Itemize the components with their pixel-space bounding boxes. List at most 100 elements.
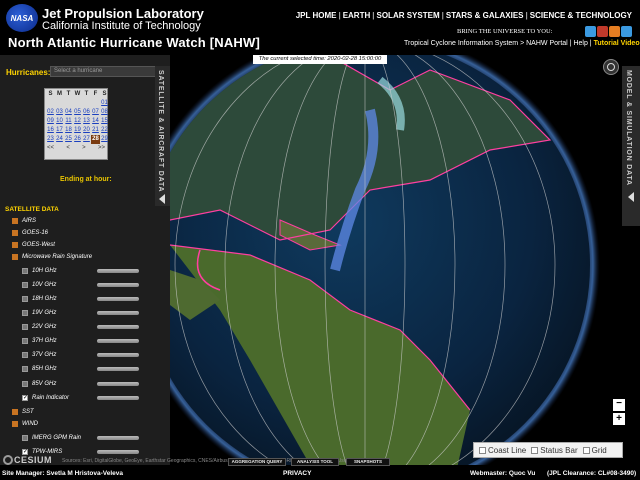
calendar-day[interactable]: 26 — [73, 135, 82, 144]
calendar-day[interactable]: 14 — [91, 117, 100, 126]
layer-checkbox[interactable] — [22, 310, 28, 316]
layer-checkbox[interactable] — [12, 230, 18, 236]
calendar-prev-year[interactable]: << — [47, 145, 54, 151]
calendar-day[interactable]: 19 — [73, 126, 82, 135]
opacity-slider[interactable] — [97, 339, 139, 343]
layer-checkbox[interactable] — [22, 366, 28, 372]
calendar-day[interactable]: 10 — [55, 117, 64, 126]
layer-checkbox[interactable]: ✓ — [22, 395, 28, 401]
opacity-slider[interactable] — [97, 382, 139, 386]
analysis-tool-button[interactable]: ANALYSIS TOOL — [291, 458, 339, 466]
calendar-day[interactable]: 27 — [82, 135, 91, 144]
globe-view-button[interactable] — [603, 59, 619, 75]
layer-row[interactable]: 18H GHz — [22, 294, 57, 304]
layer-checkbox[interactable] — [12, 421, 18, 427]
calendar-day[interactable]: 04 — [64, 108, 73, 117]
opacity-slider[interactable] — [97, 311, 139, 315]
calendar-day[interactable]: 08 — [100, 108, 109, 117]
calendar-day-selected[interactable]: 28 — [91, 135, 100, 144]
layer-row[interactable]: 85V GHz — [22, 379, 56, 389]
link-nahw-portal[interactable]: NAHW Portal — [526, 40, 568, 47]
nav-jpl-home[interactable]: JPL HOME — [296, 11, 337, 20]
calendar-day[interactable]: 24 — [55, 135, 64, 144]
layer-row[interactable]: 10V GHz — [22, 280, 56, 290]
layer-checkbox[interactable] — [22, 282, 28, 288]
calendar-day[interactable]: 15 — [100, 117, 109, 126]
youtube-icon[interactable] — [597, 26, 608, 37]
globe-map[interactable] — [170, 55, 600, 465]
grid-checkbox[interactable] — [582, 446, 590, 454]
rss-icon[interactable] — [609, 26, 620, 37]
layer-checkbox[interactable] — [22, 338, 28, 344]
layer-row[interactable]: 85H GHz — [22, 364, 57, 374]
layer-checkbox[interactable] — [12, 254, 18, 260]
layer-row[interactable]: GOES-West — [12, 240, 55, 250]
model-simulation-tab[interactable]: MODEL & SIMULATION DATA — [622, 66, 640, 226]
opacity-slider[interactable] — [97, 450, 139, 454]
calendar-day[interactable]: 22 — [100, 126, 109, 135]
calendar-day[interactable]: 11 — [64, 117, 73, 126]
calendar-day[interactable]: 12 — [73, 117, 82, 126]
opacity-slider[interactable] — [97, 325, 139, 329]
link-help[interactable]: Help — [573, 40, 587, 47]
layer-checkbox[interactable] — [22, 435, 28, 441]
grid-toggle[interactable]: Grid — [582, 446, 607, 455]
calendar-prev-month[interactable]: < — [66, 145, 70, 151]
collapse-arrow-icon[interactable] — [159, 194, 165, 204]
layer-row[interactable]: 37V GHz — [22, 350, 56, 360]
coastline-toggle[interactable]: Coast Line — [479, 446, 526, 455]
layer-row[interactable]: 37H GHz — [22, 336, 57, 346]
nav-science-technology[interactable]: SCIENCE & TECHNOLOGY — [530, 11, 632, 20]
calendar-day[interactable]: 03 — [55, 108, 64, 117]
calendar-day[interactable]: 07 — [91, 108, 100, 117]
facebook-icon[interactable] — [585, 26, 596, 37]
calendar-day[interactable]: 01 — [100, 99, 109, 108]
privacy-link[interactable]: PRIVACY — [283, 470, 311, 477]
opacity-slider[interactable] — [97, 396, 139, 400]
link-tutorial-video[interactable]: Tutorial Video — [594, 40, 640, 47]
expand-arrow-icon[interactable] — [628, 192, 634, 202]
layer-checkbox[interactable] — [22, 324, 28, 330]
opacity-slider[interactable] — [97, 353, 139, 357]
aggregation-query-button[interactable]: AGGREGATION QUERY — [228, 458, 286, 466]
calendar-day[interactable]: 06 — [82, 108, 91, 117]
layer-row[interactable]: AIRS — [12, 216, 36, 226]
nasa-logo[interactable]: NASA — [6, 4, 38, 32]
calendar-day[interactable]: 09 — [46, 117, 55, 126]
layer-row[interactable]: 10H GHz — [22, 266, 57, 276]
calendar-day[interactable]: 05 — [73, 108, 82, 117]
hurricane-select[interactable]: Select a hurricane — [50, 66, 160, 77]
calendar-next-month[interactable]: > — [82, 145, 86, 151]
calendar-day[interactable]: 13 — [82, 117, 91, 126]
globe-viewer[interactable] — [170, 55, 622, 465]
nav-earth[interactable]: EARTH — [343, 11, 371, 20]
calendar-day[interactable]: 23 — [46, 135, 55, 144]
layer-row[interactable]: IMERG GPM Rain — [22, 433, 81, 443]
nav-solar-system[interactable]: SOLAR SYSTEM — [377, 11, 440, 20]
calendar-day[interactable]: 02 — [46, 108, 55, 117]
satellite-aircraft-tab[interactable]: SATELLITE & AIRCRAFT DATA — [155, 66, 170, 206]
opacity-slider[interactable] — [97, 436, 139, 440]
layer-row[interactable]: 22V GHz — [22, 322, 56, 332]
calendar-day[interactable]: 16 — [46, 126, 55, 135]
opacity-slider[interactable] — [97, 269, 139, 273]
layer-row[interactable]: 19V GHz — [22, 308, 56, 318]
layer-checkbox[interactable] — [22, 352, 28, 358]
statusbar-checkbox[interactable] — [531, 446, 539, 454]
calendar-day[interactable]: 18 — [64, 126, 73, 135]
statusbar-toggle[interactable]: Status Bar — [531, 446, 578, 455]
snapshots-button[interactable]: SNAPSHOTS — [346, 458, 390, 466]
layer-checkbox[interactable] — [12, 409, 18, 415]
layer-checkbox[interactable] — [22, 381, 28, 387]
layer-checkbox[interactable] — [12, 242, 18, 248]
layer-row[interactable]: Microwave Rain Signature — [12, 252, 92, 262]
layer-row[interactable]: WIND — [12, 419, 38, 429]
zoom-in-button[interactable]: + — [613, 413, 625, 425]
layer-checkbox[interactable] — [22, 296, 28, 302]
org-title[interactable]: Jet Propulsion Laboratory — [42, 6, 204, 21]
calendar-day[interactable]: 29 — [100, 135, 109, 144]
opacity-slider[interactable] — [97, 283, 139, 287]
calendar-day[interactable]: 20 — [82, 126, 91, 135]
layer-row[interactable]: SST — [12, 407, 34, 417]
calendar-day[interactable]: 21 — [91, 126, 100, 135]
